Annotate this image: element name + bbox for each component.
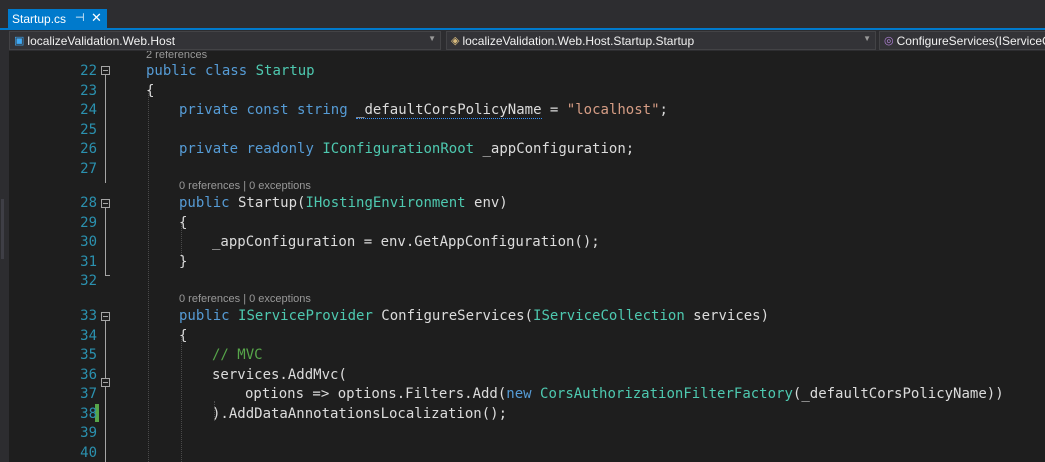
line-number: 37 — [80, 386, 97, 402]
line-number: 24 — [80, 102, 97, 118]
line-number: 22 — [80, 63, 97, 79]
string-literal: "localhost" — [566, 102, 660, 118]
tab-title: Startup.cs — [12, 11, 67, 26]
keyword: readonly — [246, 141, 314, 157]
member-dropdown-label: ConfigureServices(IServiceC — [896, 33, 1045, 48]
collapse-block-icon[interactable] — [101, 378, 110, 387]
type-name: Startup — [255, 63, 315, 79]
keyword: class — [205, 63, 248, 79]
indent-guide — [181, 335, 182, 462]
class-icon: ◈ — [451, 35, 460, 47]
line-number: 39 — [80, 425, 97, 441]
keyword: new — [506, 386, 532, 402]
code-line-36: services.AddMvc( — [212, 367, 347, 383]
field-name: _defaultCorsPolicyName — [356, 102, 542, 119]
code-line-34: { — [179, 328, 188, 344]
method-icon: ◎ — [884, 35, 894, 47]
type-dropdown[interactable]: ◈ localizeValidation.Web.Host.Startup.St… — [446, 31, 876, 50]
line-number: 32 — [80, 273, 97, 289]
code-line-38: ).AddDataAnnotationsLocalization(); — [212, 406, 508, 422]
field-name: _appConfiguration; — [474, 141, 635, 157]
line-number: 25 — [80, 122, 97, 138]
type-dropdown-label: localizeValidation.Web.Host.Startup.Star… — [462, 33, 695, 48]
line-number: 35 — [80, 347, 97, 363]
keyword: string — [297, 102, 348, 118]
code-lens-constructor[interactable]: 0 references | 0 exceptions — [179, 180, 311, 193]
line-number: 30 — [80, 234, 97, 250]
outline-line — [105, 69, 106, 183]
outline-line — [105, 319, 106, 462]
margin-marker — [1, 199, 4, 259]
pin-icon[interactable]: ⊣ — [75, 11, 85, 24]
chevron-down-icon: ▼ — [428, 34, 436, 43]
parameter: services) — [684, 308, 770, 324]
line-number: 38 — [80, 406, 97, 422]
collapse-constructor-icon[interactable] — [101, 199, 110, 208]
code-line-33: public IServiceProvider ConfigureService… — [179, 307, 769, 325]
keyword: public — [179, 195, 230, 211]
type-name: IServiceCollection — [533, 308, 685, 324]
line-number: 27 — [80, 161, 97, 177]
member-dropdown[interactable]: ◎ ConfigureServices(IServiceC — [879, 31, 1045, 50]
code-lens-class[interactable]: 2 references — [146, 51, 207, 62]
tab-startup-cs[interactable]: Startup.cs ⊣ ✕ — [8, 9, 107, 28]
line-number: 33 — [80, 308, 97, 324]
outline-line — [105, 206, 106, 276]
csharp-project-icon: ▣ — [14, 35, 25, 47]
type-name: IServiceProvider — [238, 308, 373, 324]
line-number: 28 — [80, 195, 97, 211]
collapse-method-icon[interactable] — [101, 312, 110, 321]
navigation-bar: ▣ localizeValidation.Web.Host ▼ ◈ locali… — [0, 30, 1045, 51]
code-editor[interactable]: 2 references 0 references | 0 exceptions… — [9, 51, 1045, 462]
line-number: 31 — [80, 254, 97, 270]
code-line-28: public Startup(IHostingEnvironment env) — [179, 194, 508, 212]
code-line-31: } — [179, 254, 188, 270]
type-name: CorsAuthorizationFilterFactory — [540, 386, 793, 402]
type-name: IConfigurationRoot — [322, 141, 475, 157]
line-number: 23 — [80, 83, 97, 99]
operator: = — [541, 102, 567, 118]
code-line-24: private const string _defaultCorsPolicyN… — [179, 101, 668, 119]
keyword: private — [179, 141, 239, 157]
document-tab-bar: Startup.cs ⊣ ✕ — [0, 0, 1045, 30]
code-line-30: _appConfiguration = env.GetAppConfigurat… — [212, 234, 600, 250]
parameter: env) — [465, 195, 508, 211]
keyword: const — [246, 102, 289, 118]
collapse-class-icon[interactable] — [101, 66, 110, 75]
project-dropdown-label: localizeValidation.Web.Host — [27, 33, 176, 48]
type-name: IHostingEnvironment — [305, 195, 466, 211]
code-line-35: // MVC — [212, 347, 263, 363]
chevron-down-icon: ▼ — [863, 34, 871, 43]
indent-guide — [148, 91, 149, 462]
expression: (_defaultCorsPolicyName)) — [792, 386, 1004, 402]
code-lens-method[interactable]: 0 references | 0 exceptions — [179, 293, 311, 306]
keyword: public — [146, 63, 197, 79]
method-name: ConfigureServices( — [372, 308, 534, 324]
code-line-29: { — [179, 215, 188, 231]
line-number: 36 — [80, 367, 97, 383]
line-number: 34 — [80, 328, 97, 344]
project-dropdown[interactable]: ▣ localizeValidation.Web.Host ▼ — [9, 31, 441, 50]
keyword: public — [179, 308, 230, 324]
code-line-22: public class Startup — [146, 62, 315, 80]
line-number: 26 — [80, 141, 97, 157]
expression: options => options.Filters.Add( — [245, 386, 507, 402]
method-name: Startup( — [229, 195, 306, 211]
line-number: 40 — [80, 445, 97, 461]
line-number: 29 — [80, 215, 97, 231]
code-line-23: { — [146, 83, 155, 99]
left-margin-strip — [0, 51, 9, 462]
outline-end — [105, 275, 110, 276]
code-line-26: private readonly IConfigurationRoot _app… — [179, 140, 634, 158]
keyword: private — [179, 102, 239, 118]
close-icon[interactable]: ✕ — [91, 10, 102, 26]
semicolon: ; — [659, 102, 668, 118]
code-line-37: options => options.Filters.Add(new CorsA… — [245, 385, 1004, 403]
